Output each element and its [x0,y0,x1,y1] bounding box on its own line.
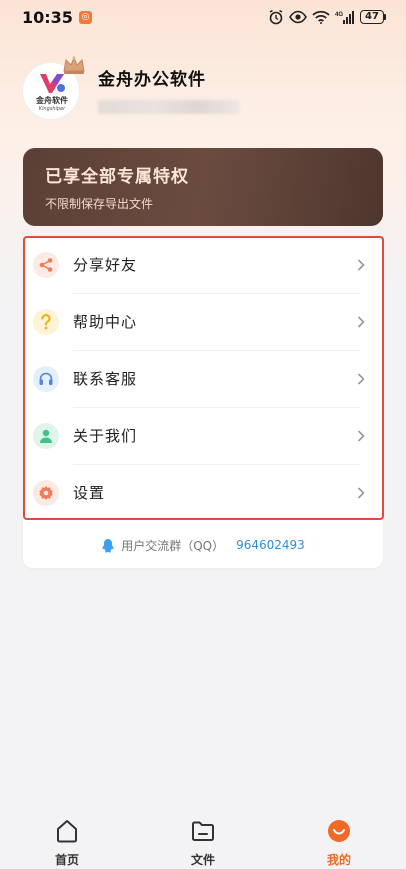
vip-banner[interactable]: 已享全部专属特权 不限制保存导出文件 [23,148,383,226]
qq-group-number[interactable]: 964602493 [236,538,305,552]
network-type: 4G [335,12,343,18]
menu-item-label: 关于我们 [73,427,138,445]
menu-item-label: 分享好友 [73,256,138,274]
battery-icon: 47 [360,10,386,24]
avatar[interactable]: 金舟软件 Kingshiper [22,56,85,120]
chevron-right-icon [357,372,365,385]
gear-icon [33,479,59,506]
menu-item-settings[interactable]: 设置 [23,464,383,521]
nav-mine-label: 我的 [326,853,351,867]
avatar-logo-text: 金舟软件 [36,96,68,105]
chevron-right-icon [357,486,365,499]
vip-subtitle: 不限制保存导出文件 [45,197,154,211]
eye-icon [289,10,307,24]
status-time: 10:35 [22,7,73,27]
nav-files[interactable]: 文件 [176,808,230,869]
qq-group-row[interactable]: 用户交流群（QQ） 964602493 [23,522,383,568]
chevron-right-icon [357,429,365,442]
menu-card: 分享好友 帮助中心 联系客服 关于我们 设置 [23,236,383,568]
nav-files-label: 文件 [190,853,215,867]
help-icon [33,308,59,335]
headset-icon [33,365,59,392]
menu-item-help[interactable]: 帮助中心 [23,293,383,350]
battery-level: 47 [360,10,384,24]
nav-home-label: 首页 [54,853,79,867]
qq-penguin-icon [102,538,114,552]
chevron-right-icon [357,315,365,328]
qq-group-label: 用户交流群（QQ） [121,538,225,553]
profile-header[interactable]: 金舟软件 Kingshiper 金舟办公软件 [22,56,240,120]
wifi-icon [312,10,330,24]
chevron-right-icon [357,258,365,271]
profile-smile-icon [328,820,350,842]
menu-item-label: 帮助中心 [73,313,138,331]
username: 金舟办公软件 [98,69,206,90]
bottom-navigation: 首页 文件 我的 [0,808,406,869]
menu-list: 分享好友 帮助中心 联系客服 关于我们 设置 [23,236,383,521]
vip-crown-badge-icon [63,56,85,74]
folder-icon [192,821,214,841]
status-bar: 10:35 ◎ 4G 47 [0,0,406,34]
menu-item-about[interactable]: 关于我们 [23,407,383,464]
share-icon [33,251,59,278]
nav-home[interactable]: 首页 [40,808,94,869]
user-icon [33,422,59,449]
alarm-icon [269,9,283,25]
avatar-logo-subtext: Kingshiper [38,106,66,112]
app-notification-icon: ◎ [78,10,92,24]
vip-title: 已享全部专属特权 [45,167,189,187]
menu-item-label: 设置 [73,484,106,502]
menu-item-label: 联系客服 [73,370,138,388]
cell-signal-icon: 4G [335,11,354,24]
nav-mine[interactable]: 我的 [312,808,366,869]
home-icon [57,820,77,843]
user-id-redacted [98,99,240,114]
menu-item-share[interactable]: 分享好友 [23,236,383,293]
menu-item-customer-service[interactable]: 联系客服 [23,350,383,407]
